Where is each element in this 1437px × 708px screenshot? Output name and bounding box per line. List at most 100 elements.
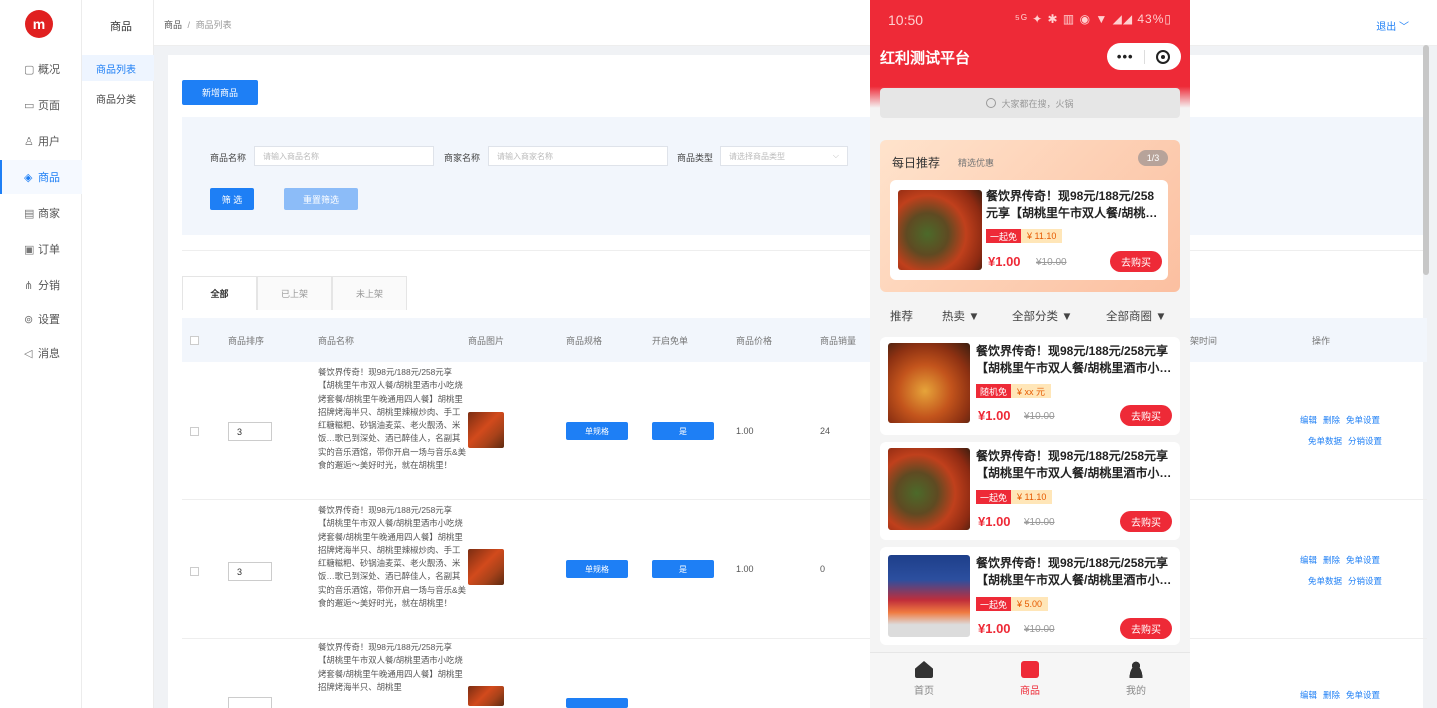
sidebar-item-users[interactable]: ♙ 用户 <box>0 124 82 158</box>
logout-button[interactable]: 退出 ﹀ <box>1376 18 1409 33</box>
tab-home[interactable]: 首页 <box>894 661 954 697</box>
sort-recommend[interactable]: 推荐 <box>890 308 913 324</box>
sidebar-item-label: 页面 <box>38 100 60 112</box>
sidebar-item-orders[interactable]: ▣ 订单 <box>0 232 82 266</box>
daily-product-card[interactable]: 餐饮界传奇！现98元/188元/258元享【胡桃里午市双人餐/胡桃… 一起免 ¥… <box>890 180 1168 280</box>
product-thumbnail <box>468 686 504 706</box>
product-thumbnail <box>468 412 504 448</box>
mobile-search-bar[interactable]: 大家都在搜，火锅 <box>880 88 1180 118</box>
row-actions-secondary: 免单数据 分销设置 <box>1308 575 1388 587</box>
row-actions-primary: 编辑 删除 免单设置 <box>1300 689 1386 701</box>
free-amount: ¥ 11.10 <box>1021 229 1063 243</box>
tab-all[interactable]: 全部 <box>182 276 257 310</box>
col-price: 商品价格 <box>736 336 773 346</box>
edit-link[interactable]: 编辑 <box>1300 690 1317 700</box>
delete-link[interactable]: 删除 <box>1323 415 1340 425</box>
distribution-settings-link[interactable]: 分销设置 <box>1348 436 1382 446</box>
distribution-settings-link[interactable]: 分销设置 <box>1348 576 1382 586</box>
free-order-settings-link[interactable]: 免单设置 <box>1346 415 1380 425</box>
chevron-down-icon: ⌵ <box>832 151 839 160</box>
buy-button[interactable]: 去购买 <box>1110 251 1162 272</box>
original-price: ¥10.00 <box>1024 517 1055 528</box>
top-bar: 商品 / 商品列表 退出 ﹀ <box>154 0 1437 46</box>
product-description: 餐饮界传奇！现98元/188元/258元享【胡桃里午市双人餐/胡桃里酒市小吃烧烤… <box>318 505 466 609</box>
product-name-input[interactable]: 请输入商品名称 <box>254 146 434 166</box>
sidebar-item-pages[interactable]: ▭ 页面 <box>0 88 82 122</box>
tab-products[interactable]: 商品 <box>1000 661 1060 697</box>
filter-district[interactable]: 全部商圈 ▼ <box>1106 308 1167 324</box>
row-checkbox[interactable] <box>190 427 199 436</box>
free-amount: ¥ 5.00 <box>1011 597 1049 611</box>
col-free: 开启免单 <box>652 336 689 346</box>
edit-link[interactable]: 编辑 <box>1300 555 1317 565</box>
delete-link[interactable]: 删除 <box>1323 555 1340 565</box>
row-actions-primary: 编辑 删除 免单设置 <box>1300 554 1386 566</box>
page-icon: ▭ <box>24 99 35 112</box>
sort-input[interactable] <box>228 697 272 708</box>
close-icon[interactable] <box>1144 49 1181 64</box>
product-card[interactable]: 餐饮界传奇！现98元/188元/258元享【胡桃里午市双人餐/胡桃里酒市小… 一… <box>880 442 1180 540</box>
daily-title: 每日推荐 <box>892 156 941 170</box>
sidebar-item-products[interactable]: ◈ 商品 <box>0 160 82 194</box>
profile-icon <box>1127 661 1145 678</box>
product-card[interactable]: 餐饮界传奇！现98元/188元/258元享【胡桃里午市双人餐/胡桃里酒市小… 一… <box>880 547 1180 645</box>
sort-filter-bar: 推荐 热卖 ▼ 全部分类 ▼ 全部商圈 ▼ <box>870 300 1190 330</box>
free-order-badge: 是 <box>652 422 714 440</box>
more-icon[interactable]: ••• <box>1107 49 1144 64</box>
product-image <box>888 343 970 423</box>
order-icon: ▣ <box>24 243 35 256</box>
breadcrumb-separator: / <box>187 20 191 30</box>
free-order-data-link[interactable]: 免单数据 <box>1308 436 1342 446</box>
select-all-checkbox[interactable] <box>190 336 199 345</box>
product-card[interactable]: 餐饮界传奇！现98元/188元/258元享【胡桃里午市双人餐/胡桃里酒市小… 随… <box>880 337 1180 435</box>
mini-app-title: 红利测试平台 <box>880 50 971 67</box>
section-divider <box>182 250 1427 251</box>
sort-input[interactable]: 3 <box>228 422 272 441</box>
filter-button[interactable]: 筛 选 <box>210 188 254 210</box>
sidebar-item-settings[interactable]: ⊚ 设置 <box>0 302 82 336</box>
free-order-settings-link[interactable]: 免单设置 <box>1346 690 1380 700</box>
sidebar-item-merchants[interactable]: ▤ 商家 <box>0 196 82 230</box>
free-amount: ¥ 11.10 <box>1011 490 1053 504</box>
product-icon: ◈ <box>24 171 33 184</box>
tab-off-shelf[interactable]: 未上架 <box>332 276 407 310</box>
sort-hot[interactable]: 热卖 ▼ <box>942 308 980 324</box>
free-type-label: 一起免 <box>976 597 1012 611</box>
free-order-data-link[interactable]: 免单数据 <box>1308 576 1342 586</box>
sidebar-item-label: 订单 <box>38 244 60 256</box>
add-product-button[interactable]: 新增商品 <box>182 80 258 105</box>
reset-filter-button[interactable]: 重置筛选 <box>284 188 358 210</box>
search-icon <box>986 98 997 108</box>
sort-input[interactable]: 3 <box>228 562 272 581</box>
subnav-item-product-list[interactable]: 商品列表 <box>82 55 154 81</box>
tab-on-shelf[interactable]: 已上架 <box>257 276 332 310</box>
buy-button[interactable]: 去购买 <box>1120 511 1172 532</box>
row-checkbox[interactable] <box>190 567 199 576</box>
free-badge: 一起免 ¥ 11.10 <box>976 490 1053 504</box>
original-price: ¥10.00 <box>1036 257 1067 268</box>
sidebar-item-overview[interactable]: ▢ 概况 <box>0 52 82 86</box>
brand-logo[interactable]: m <box>25 10 53 38</box>
sidebar-item-distribution[interactable]: ⋔ 分销 <box>0 268 82 302</box>
original-price: ¥10.00 <box>1024 624 1055 635</box>
edit-link[interactable]: 编辑 <box>1300 415 1317 425</box>
subnav-item-product-category[interactable]: 商品分类 <box>82 85 154 111</box>
product-thumbnail <box>468 549 504 585</box>
product-type-select[interactable]: 请选择商品类型 ⌵ <box>720 146 848 166</box>
free-type-label: 一起免 <box>986 229 1022 243</box>
buy-button[interactable]: 去购买 <box>1120 405 1172 426</box>
delete-link[interactable]: 删除 <box>1323 690 1340 700</box>
sidebar-item-label: 用户 <box>38 136 60 148</box>
page-scrollbar[interactable] <box>1423 45 1429 275</box>
filter-category[interactable]: 全部分类 ▼ <box>1012 308 1073 324</box>
buy-button[interactable]: 去购买 <box>1120 618 1172 639</box>
product-type-placeholder: 请选择商品类型 <box>729 151 785 161</box>
table-row: 3 餐饮界传奇！现98元/188元/258元享【胡桃里午市双人餐/胡桃里酒市小吃… <box>182 362 1427 500</box>
free-order-settings-link[interactable]: 免单设置 <box>1346 555 1380 565</box>
breadcrumb-root[interactable]: 商品 <box>164 20 182 30</box>
sidebar-item-messages[interactable]: ◁ 消息 <box>0 336 82 370</box>
product-image <box>888 448 970 530</box>
col-name: 商品名称 <box>318 336 355 346</box>
merchant-name-input[interactable]: 请输入商家名称 <box>488 146 668 166</box>
tab-mine[interactable]: 我的 <box>1106 661 1166 697</box>
